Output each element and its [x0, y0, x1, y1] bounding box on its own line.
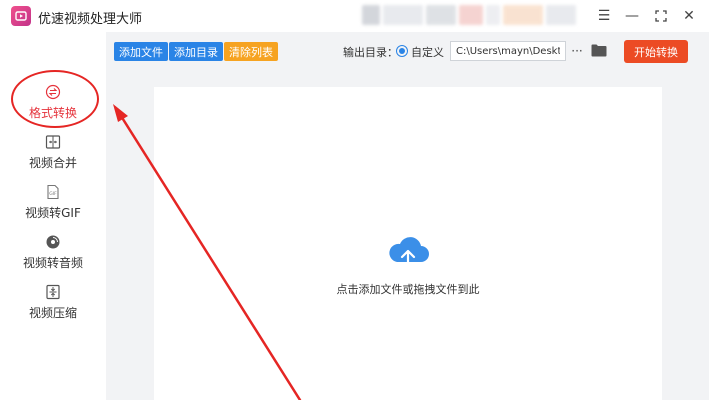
- start-convert-button[interactable]: 开始转换: [624, 40, 688, 63]
- add-file-button[interactable]: 添加文件: [114, 42, 168, 61]
- sidebar-item-label: 视频转音频: [22, 256, 83, 270]
- sidebar-item-video-audio[interactable]: 视频转音频: [0, 232, 106, 278]
- minimize-icon[interactable]: —: [621, 5, 643, 27]
- maximize-icon[interactable]: [650, 5, 672, 27]
- svg-text:GIF: GIF: [49, 191, 57, 197]
- sidebar-item-label: 视频转GIF: [25, 206, 81, 220]
- cloud-upload-icon[interactable]: [385, 234, 431, 274]
- drop-hint-text: 点击添加文件或拖拽文件到此: [336, 283, 480, 296]
- sidebar-item-video-gif[interactable]: GIF 视频转GIF: [0, 182, 106, 228]
- audio-disc-icon: [46, 235, 60, 249]
- add-directory-button[interactable]: 添加目录: [169, 42, 223, 61]
- app-title: 优速视频处理大师: [38, 12, 143, 27]
- video-app-logo-icon: [11, 6, 31, 26]
- sidebar-item-video-merge[interactable]: 视频合并: [0, 132, 106, 178]
- blurred-region: [362, 5, 587, 25]
- browse-more-button[interactable]: ···: [570, 41, 584, 61]
- output-path-input[interactable]: [450, 41, 566, 61]
- clear-list-button[interactable]: 清除列表: [224, 42, 278, 61]
- annotation-ellipse: [11, 70, 99, 128]
- title-bar: 优速视频处理大师 ☰ — ✕: [0, 0, 709, 32]
- custom-radio[interactable]: [396, 45, 408, 57]
- output-dir-label: 输出目录：: [343, 46, 398, 59]
- sidebar-item-label: 视频压缩: [28, 306, 77, 320]
- close-icon[interactable]: ✕: [678, 5, 700, 27]
- video-merge-icon: [45, 135, 61, 149]
- menu-icon[interactable]: ☰: [593, 5, 615, 27]
- compress-icon: [46, 284, 60, 300]
- sidebar-item-label: 视频合并: [28, 156, 77, 170]
- sidebar-item-video-compress[interactable]: 视频压缩: [0, 282, 106, 328]
- custom-radio-label: 自定义: [411, 46, 444, 59]
- folder-icon[interactable]: [591, 43, 607, 57]
- gif-icon: GIF: [47, 184, 59, 200]
